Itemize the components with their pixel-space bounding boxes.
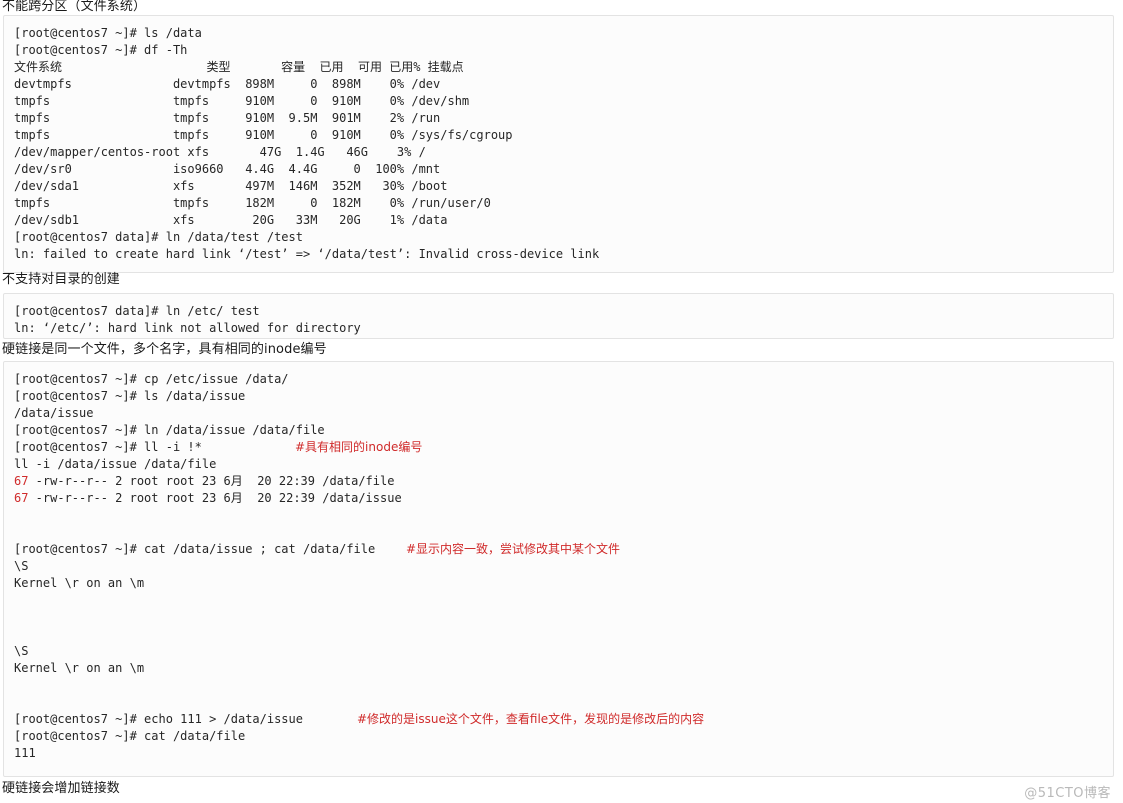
- terminal-line-text: [root@centos7 ~]# cp /etc/issue /data/: [14, 372, 289, 386]
- section-caption: 不支持对目录的创建: [2, 272, 120, 287]
- terminal-line: [root@centos7 data]# ln /etc/ test: [14, 303, 1113, 320]
- terminal-line: [root@centos7 ~]# cp /etc/issue /data/: [14, 371, 1113, 388]
- terminal-lines: [root@centos7 ~]# cp /etc/issue /data/ [r…: [4, 362, 1113, 771]
- terminal-line-text: ln: ‘/etc/’: hard link not allowed for d…: [14, 321, 361, 335]
- terminal-line: [root@centos7 ~]# ls /data: [14, 25, 1113, 42]
- terminal-line: /dev/mapper/centos-root xfs 47G 1.4G 46G…: [14, 144, 1113, 161]
- terminal-line: \S: [14, 558, 1113, 575]
- terminal-line: 67 -rw-r--r-- 2 root root 23 6月 20 22:39…: [14, 473, 1113, 490]
- terminal-line-text: tmpfs tmpfs 910M 9.5M 901M 2% /run: [14, 111, 441, 125]
- terminal-line-text: [root@centos7 ~]# cat /data/file: [14, 729, 246, 743]
- screenshot-page: 不能跨分区（文件系统） [root@centos7 ~]# ls /data [ro…: [0, 0, 1123, 803]
- terminal-line-text: [root@centos7 ~]# ln /data/issue /data/f…: [14, 423, 325, 437]
- terminal-line: [root@centos7 ~]# df -Th: [14, 42, 1113, 59]
- terminal-line: ln: failed to create hard link ‘/test’ =…: [14, 246, 1113, 263]
- terminal-line-text: [root@centos7 data]# ln /etc/ test: [14, 304, 260, 318]
- terminal-line-text: 111: [14, 746, 36, 760]
- terminal-line-text: /dev/sda1 xfs 497M 146M 352M 30% /boot: [14, 179, 448, 193]
- inode-number: 67: [14, 491, 29, 505]
- inline-annotation: #修改的是issue这个文件，查看file文件，发现的是修改后的内容: [357, 712, 705, 726]
- terminal-line-text: ln: failed to create hard link ‘/test’ =…: [14, 247, 600, 261]
- terminal-line: /dev/sr0 iso9660 4.4G 4.4G 0 100% /mnt: [14, 161, 1113, 178]
- terminal-line: Kernel \r on an \m: [14, 660, 1113, 677]
- terminal-line: [root@centos7 ~]# ls /data/issue: [14, 388, 1113, 405]
- terminal-line: ln: ‘/etc/’: hard link not allowed for d…: [14, 320, 1113, 337]
- terminal-line: devtmpfs devtmpfs 898M 0 898M 0% /dev: [14, 76, 1113, 93]
- terminal-line-text: [root@centos7 ~]# ls /data: [14, 26, 202, 40]
- footer-caption: 硬链接会增加链接数: [2, 781, 120, 796]
- terminal-line-text: [root@centos7 ~]# ll -i !*: [14, 440, 202, 454]
- terminal-lines: [root@centos7 ~]# ls /data [root@centos7 …: [4, 16, 1113, 272]
- terminal-output-box: [root@centos7 data]# ln /etc/ test ln: ‘/…: [3, 293, 1114, 339]
- terminal-line-text: /dev/sr0 iso9660 4.4G 4.4G 0 100% /mnt: [14, 162, 441, 176]
- terminal-line: [root@centos7 ~]# ll -i !* #具有相同的inode编号: [14, 439, 1113, 456]
- terminal-line-text: [root@centos7 ~]# cat /data/issue ; cat …: [14, 542, 376, 556]
- terminal-output-box: [root@centos7 ~]# cp /etc/issue /data/ [r…: [3, 361, 1114, 777]
- terminal-line-text: devtmpfs devtmpfs 898M 0 898M 0% /dev: [14, 77, 441, 91]
- terminal-line-text: -rw-r--r-- 2 root root 23 6月 20 22:39 /d…: [28, 474, 395, 488]
- terminal-line-text: 文件系统 类型 容量 已用 可用 已用% 挂载点: [14, 60, 464, 74]
- terminal-line: /data/issue: [14, 405, 1113, 422]
- terminal-line-text: /dev/sdb1 xfs 20G 33M 20G 1% /data: [14, 213, 448, 227]
- site-watermark: @51CTO博客: [1024, 786, 1111, 801]
- section-caption: 不能跨分区（文件系统）: [2, 0, 147, 14]
- terminal-line-text: tmpfs tmpfs 910M 0 910M 0% /dev/shm: [14, 94, 470, 108]
- terminal-line-text: \S: [14, 644, 29, 658]
- terminal-lines: [root@centos7 data]# ln /etc/ test ln: ‘/…: [4, 294, 1113, 346]
- terminal-line: [root@centos7 ~]# ln /data/issue /data/f…: [14, 422, 1113, 439]
- terminal-line-text: /dev/mapper/centos-root xfs 47G 1.4G 46G…: [14, 145, 426, 159]
- inode-number: 67: [14, 474, 29, 488]
- terminal-line-text: [root@centos7 ~]# echo 111 > /data/issue: [14, 712, 303, 726]
- terminal-line-text: tmpfs tmpfs 182M 0 182M 0% /run/user/0: [14, 196, 491, 210]
- inline-annotation: #具有相同的inode编号: [295, 440, 423, 454]
- terminal-line-text: [root@centos7 ~]# df -Th: [14, 43, 188, 57]
- terminal-line: /dev/sdb1 xfs 20G 33M 20G 1% /data: [14, 212, 1113, 229]
- terminal-line: [root@centos7 data]# ln /data/test /test: [14, 229, 1113, 246]
- terminal-line: [root@centos7 ~]# cat /data/issue ; cat …: [14, 541, 1113, 558]
- terminal-line: 文件系统 类型 容量 已用 可用 已用% 挂载点: [14, 59, 1113, 76]
- section-caption: 硬链接是同一个文件，多个名字，具有相同的inode编号: [2, 342, 327, 357]
- terminal-line-text: ll -i /data/issue /data/file: [14, 457, 217, 471]
- terminal-line-text: -rw-r--r-- 2 root root 23 6月 20 22:39 /d…: [28, 491, 402, 505]
- terminal-line: ll -i /data/issue /data/file: [14, 456, 1113, 473]
- terminal-line: tmpfs tmpfs 910M 9.5M 901M 2% /run: [14, 110, 1113, 127]
- terminal-line: tmpfs tmpfs 910M 0 910M 0% /dev/shm: [14, 93, 1113, 110]
- terminal-line: \S: [14, 643, 1113, 660]
- terminal-line-text: Kernel \r on an \m: [14, 661, 145, 675]
- terminal-line-text: [root@centos7 ~]# ls /data/issue: [14, 389, 246, 403]
- terminal-line: [root@centos7 ~]# cat /data/file: [14, 728, 1113, 745]
- terminal-output-box: [root@centos7 ~]# ls /data [root@centos7 …: [3, 15, 1114, 273]
- terminal-line-text: [root@centos7 data]# ln /data/test /test: [14, 230, 303, 244]
- terminal-line-text: tmpfs tmpfs 910M 0 910M 0% /sys/fs/cgrou…: [14, 128, 513, 142]
- terminal-line: tmpfs tmpfs 910M 0 910M 0% /sys/fs/cgrou…: [14, 127, 1113, 144]
- terminal-line: /dev/sda1 xfs 497M 146M 352M 30% /boot: [14, 178, 1113, 195]
- terminal-line: tmpfs tmpfs 182M 0 182M 0% /run/user/0: [14, 195, 1113, 212]
- terminal-line: 111: [14, 745, 1113, 762]
- terminal-line-text: Kernel \r on an \m: [14, 576, 145, 590]
- terminal-line-text: /data/issue: [14, 406, 94, 420]
- inline-annotation: #显示内容一致，尝试修改其中某个文件: [406, 542, 621, 556]
- terminal-line-text: \S: [14, 559, 29, 573]
- terminal-line: Kernel \r on an \m: [14, 575, 1113, 592]
- terminal-line: [root@centos7 ~]# echo 111 > /data/issue…: [14, 711, 1113, 728]
- terminal-line: 67 -rw-r--r-- 2 root root 23 6月 20 22:39…: [14, 490, 1113, 507]
